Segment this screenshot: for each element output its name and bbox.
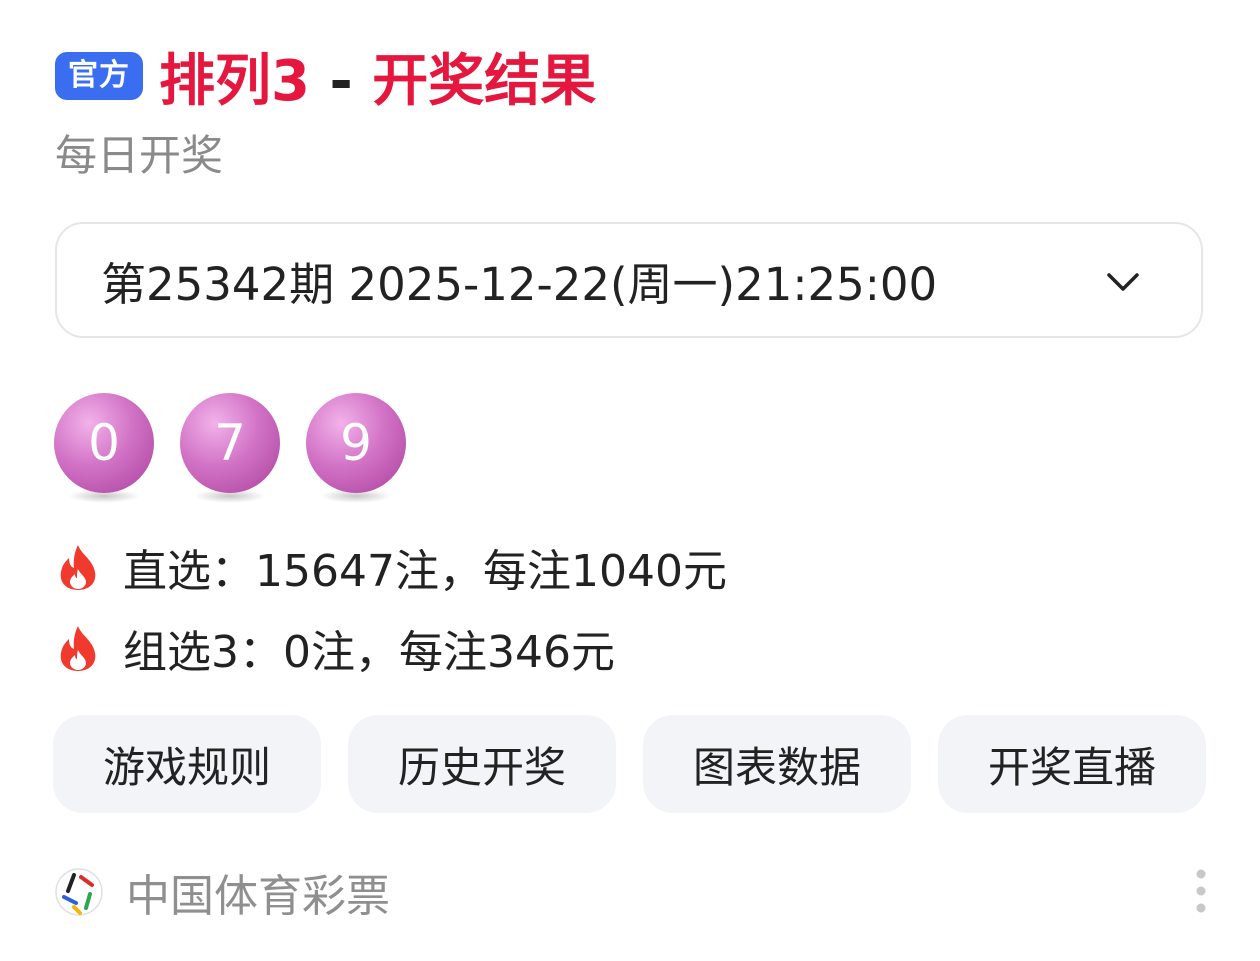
ball-slot: 7 [180, 393, 280, 511]
chart-data-button[interactable]: 图表数据 [643, 715, 911, 813]
title-separator: - [329, 48, 353, 114]
number-ball: 9 [306, 393, 406, 493]
page-title: 排列3 - 开奖结果 [159, 36, 596, 117]
chevron-down-icon [1107, 273, 1139, 291]
draw-frequency: 每日开奖 [55, 131, 224, 180]
number-ball: 0 [54, 393, 154, 493]
prize-line-group3: 组选3：0注，每注346元 [55, 622, 615, 678]
vertical-dots-icon[interactable] [1190, 866, 1212, 916]
live-draw-button[interactable]: 开奖直播 [938, 715, 1206, 813]
title-game: 排列3 [159, 48, 310, 114]
prize-direct-text: 直选：15647注，每注1040元 [123, 546, 727, 597]
source-name: 中国体育彩票 [126, 871, 390, 922]
draw-period-value: 第25342期 2025-12-22(周一)21:25:00 [101, 257, 938, 311]
official-badge: 官方 [55, 52, 143, 100]
prize-line-direct: 直选：15647注，每注1040元 [55, 541, 727, 597]
prize-group3-text: 组选3：0注，每注346元 [123, 627, 615, 678]
source-footer[interactable]: 中国体育彩票 [54, 862, 390, 922]
title-suffix: 开奖结果 [372, 48, 597, 114]
number-ball: 7 [180, 393, 280, 493]
ball-slot: 0 [54, 393, 154, 511]
action-buttons: 游戏规则 历史开奖 图表数据 开奖直播 [53, 715, 1206, 813]
fire-icon [60, 545, 96, 590]
draw-history-button[interactable]: 历史开奖 [348, 715, 616, 813]
fire-icon [60, 626, 96, 671]
china-sports-lottery-logo-icon [55, 868, 103, 916]
title-row: 官方 排列3 - 开奖结果 [55, 40, 596, 114]
draw-period-select[interactable]: 第25342期 2025-12-22(周一)21:25:00 [55, 222, 1203, 338]
winning-numbers: 0 7 9 [54, 393, 432, 511]
game-rules-button[interactable]: 游戏规则 [53, 715, 321, 813]
ball-slot: 9 [306, 393, 406, 511]
